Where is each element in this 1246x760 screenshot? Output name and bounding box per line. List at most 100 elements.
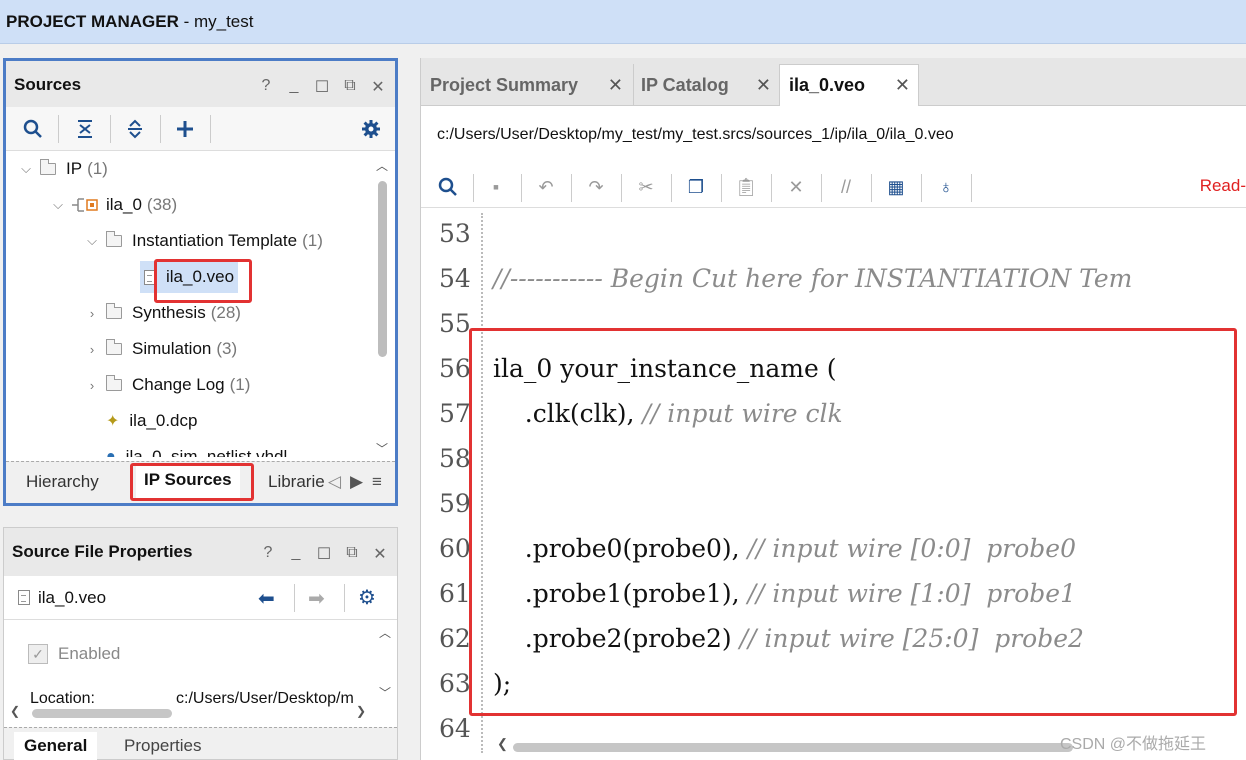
line-number: 54 [439,264,471,293]
delete-icon[interactable]: ✕ [783,174,809,200]
comment-icon[interactable]: // [833,174,859,200]
cut-icon[interactable]: ✂ [633,174,659,200]
scroll-down-icon[interactable]: ﹀ [375,440,389,457]
maximize-icon[interactable]: ☐ [313,77,331,97]
chevron-right-icon[interactable]: › [84,306,100,321]
chevron-down-icon[interactable]: ⌵ [18,161,34,177]
tab-properties[interactable]: Properties [124,736,201,756]
settings-gear-icon[interactable] [358,116,384,142]
save-icon[interactable]: ▪ [483,174,509,200]
undo-icon[interactable]: ↶ [533,174,559,200]
chevron-right-icon[interactable]: › [84,378,100,393]
chevron-down-icon[interactable]: ⌵ [84,233,100,249]
tree-scrollbar[interactable]: ︿ ﹀ [375,157,389,457]
line-number: 57 [439,399,471,428]
chevron-down-icon[interactable]: ⌵ [50,197,66,213]
line-number: 59 [439,489,471,518]
tree-node-ila-0-dcp[interactable]: ✦ ila_0.dcp [106,405,197,437]
tree-node-simulation[interactable]: › Simulation (3) [84,333,237,365]
redo-icon[interactable]: ↷ [583,174,609,200]
code-comment: //----------- Begin Cut here for INSTANT… [493,264,1133,293]
copy-icon[interactable]: ❐ [683,174,709,200]
sources-title: Sources [14,75,82,94]
help-icon[interactable]: ? [259,544,277,564]
checkpoint-icon: ✦ [106,413,120,430]
line-number: 56 [439,354,471,383]
window-title: PROJECT MANAGER - my_test [6,12,254,31]
tab-general[interactable]: General [14,732,98,760]
tree-node-change-log[interactable]: › Change Log (1) [84,369,250,401]
tree-node-ila-0[interactable]: ⌵ ila_0 (38) [50,189,177,221]
tab-scroll-left-icon[interactable]: ◁ [328,472,341,492]
float-icon[interactable]: ⧉ [343,544,361,564]
properties-tabs: General Properties [4,727,397,760]
properties-panel: Source File Properties ? _ ☐ ⧉ ✕ ila_0.v… [3,527,398,760]
back-arrow-icon[interactable]: ⬅ [258,586,275,611]
enabled-label: Enabled [58,644,121,663]
line-number: 63 [439,669,471,698]
paste-icon[interactable]: 📋︎ [733,174,759,200]
read-only-indicator: Read- [1199,176,1246,195]
tree-node-instantiation-template[interactable]: ⌵ Instantiation Template (1) [84,225,323,257]
tab-menu-icon[interactable]: ≡ [372,472,382,492]
highlight-ip-sources-tab [130,463,254,501]
column-mode-icon[interactable]: ▦ [883,174,909,200]
close-tab-icon[interactable]: ✕ [895,75,910,96]
minimize-icon[interactable]: _ [287,544,305,564]
help-icon[interactable]: ? [257,77,275,97]
line-number: 58 [439,444,471,473]
search-icon[interactable] [20,116,46,142]
tab-ip-catalog[interactable]: IP Catalog ✕ [633,64,779,106]
chevron-right-icon[interactable]: › [84,342,100,357]
maximize-icon[interactable]: ☐ [315,544,333,564]
tab-ila-0-veo[interactable]: ila_0.veo ✕ [779,64,919,106]
netlist-icon: ● [106,448,116,457]
close-tab-icon[interactable]: ✕ [756,75,771,96]
watermark: CSDN @不做拖延王 [1060,736,1207,753]
properties-file-row: ila_0.veo ⬅ ➡ ⚙ [4,576,397,620]
close-tab-icon[interactable]: ✕ [608,75,623,96]
folder-icon [105,375,122,391]
scroll-down-icon[interactable]: ﹀ [379,684,391,701]
highlight-veo-file [154,259,252,303]
expand-all-icon[interactable] [122,116,148,142]
forward-arrow-icon[interactable]: ➡ [308,586,325,611]
file-icon [18,590,30,605]
search-icon[interactable] [435,174,461,200]
ip-core-icon [72,197,98,213]
properties-file-name: ila_0.veo [38,588,107,607]
editor-toolbar: ▪ ↶ ↷ ✂ ❐ 📋︎ ✕ // ▦ ♁ [421,166,1246,208]
scroll-up-icon[interactable]: ︿ [375,157,389,174]
scroll-thumb[interactable] [378,181,387,357]
sources-panel: Sources ? _ ☐ ⧉ ✕ ⌵ IP (1) ⌵ ila_0 (38) … [3,58,398,506]
enabled-checkbox[interactable]: ✓ [28,644,48,664]
line-number: 64 [439,714,471,743]
lightbulb-icon[interactable]: ♁ [933,174,959,200]
tab-scroll-right-icon[interactable]: ▶ [350,472,363,492]
tree-node-ip[interactable]: ⌵ IP (1) [18,153,108,185]
tab-libraries[interactable]: Librarie [268,472,325,492]
add-sources-icon[interactable] [172,116,198,142]
folder-icon [39,159,56,175]
float-icon[interactable]: ⧉ [341,77,359,97]
line-number: 55 [439,309,471,338]
collapse-all-icon[interactable] [72,116,98,142]
tab-project-summary[interactable]: Project Summary ✕ [421,64,631,106]
sources-toolbar [6,107,395,151]
settings-gear-icon[interactable]: ⚙ [358,585,376,610]
highlight-instantiation-block [469,328,1237,716]
editor-tabs: Project Summary ✕ IP Catalog ✕ ila_0.veo ✕ [421,58,1246,106]
title-bar: PROJECT MANAGER - my_test [0,0,1246,44]
close-icon[interactable]: ✕ [369,77,387,97]
minimize-icon[interactable]: _ [285,77,303,97]
code-line[interactable]: //----------- Begin Cut here for INSTANT… [493,264,1132,293]
folder-icon [105,303,122,319]
tree-node-sim-netlist[interactable]: ● ila_0_sim_netlist.vhdl [106,441,287,457]
close-icon[interactable]: ✕ [371,544,389,564]
tab-hierarchy[interactable]: Hierarchy [26,472,99,492]
properties-hscroll[interactable]: ❮ ❯ [10,704,390,720]
source-tree: ⌵ IP (1) ⌵ ila_0 (38) ⌵ Instantiation Templa… [6,153,374,457]
folder-icon [105,231,122,247]
properties-header: Source File Properties ? _ ☐ ⧉ ✕ [4,528,397,576]
scroll-up-icon[interactable]: ︿ [379,624,391,641]
